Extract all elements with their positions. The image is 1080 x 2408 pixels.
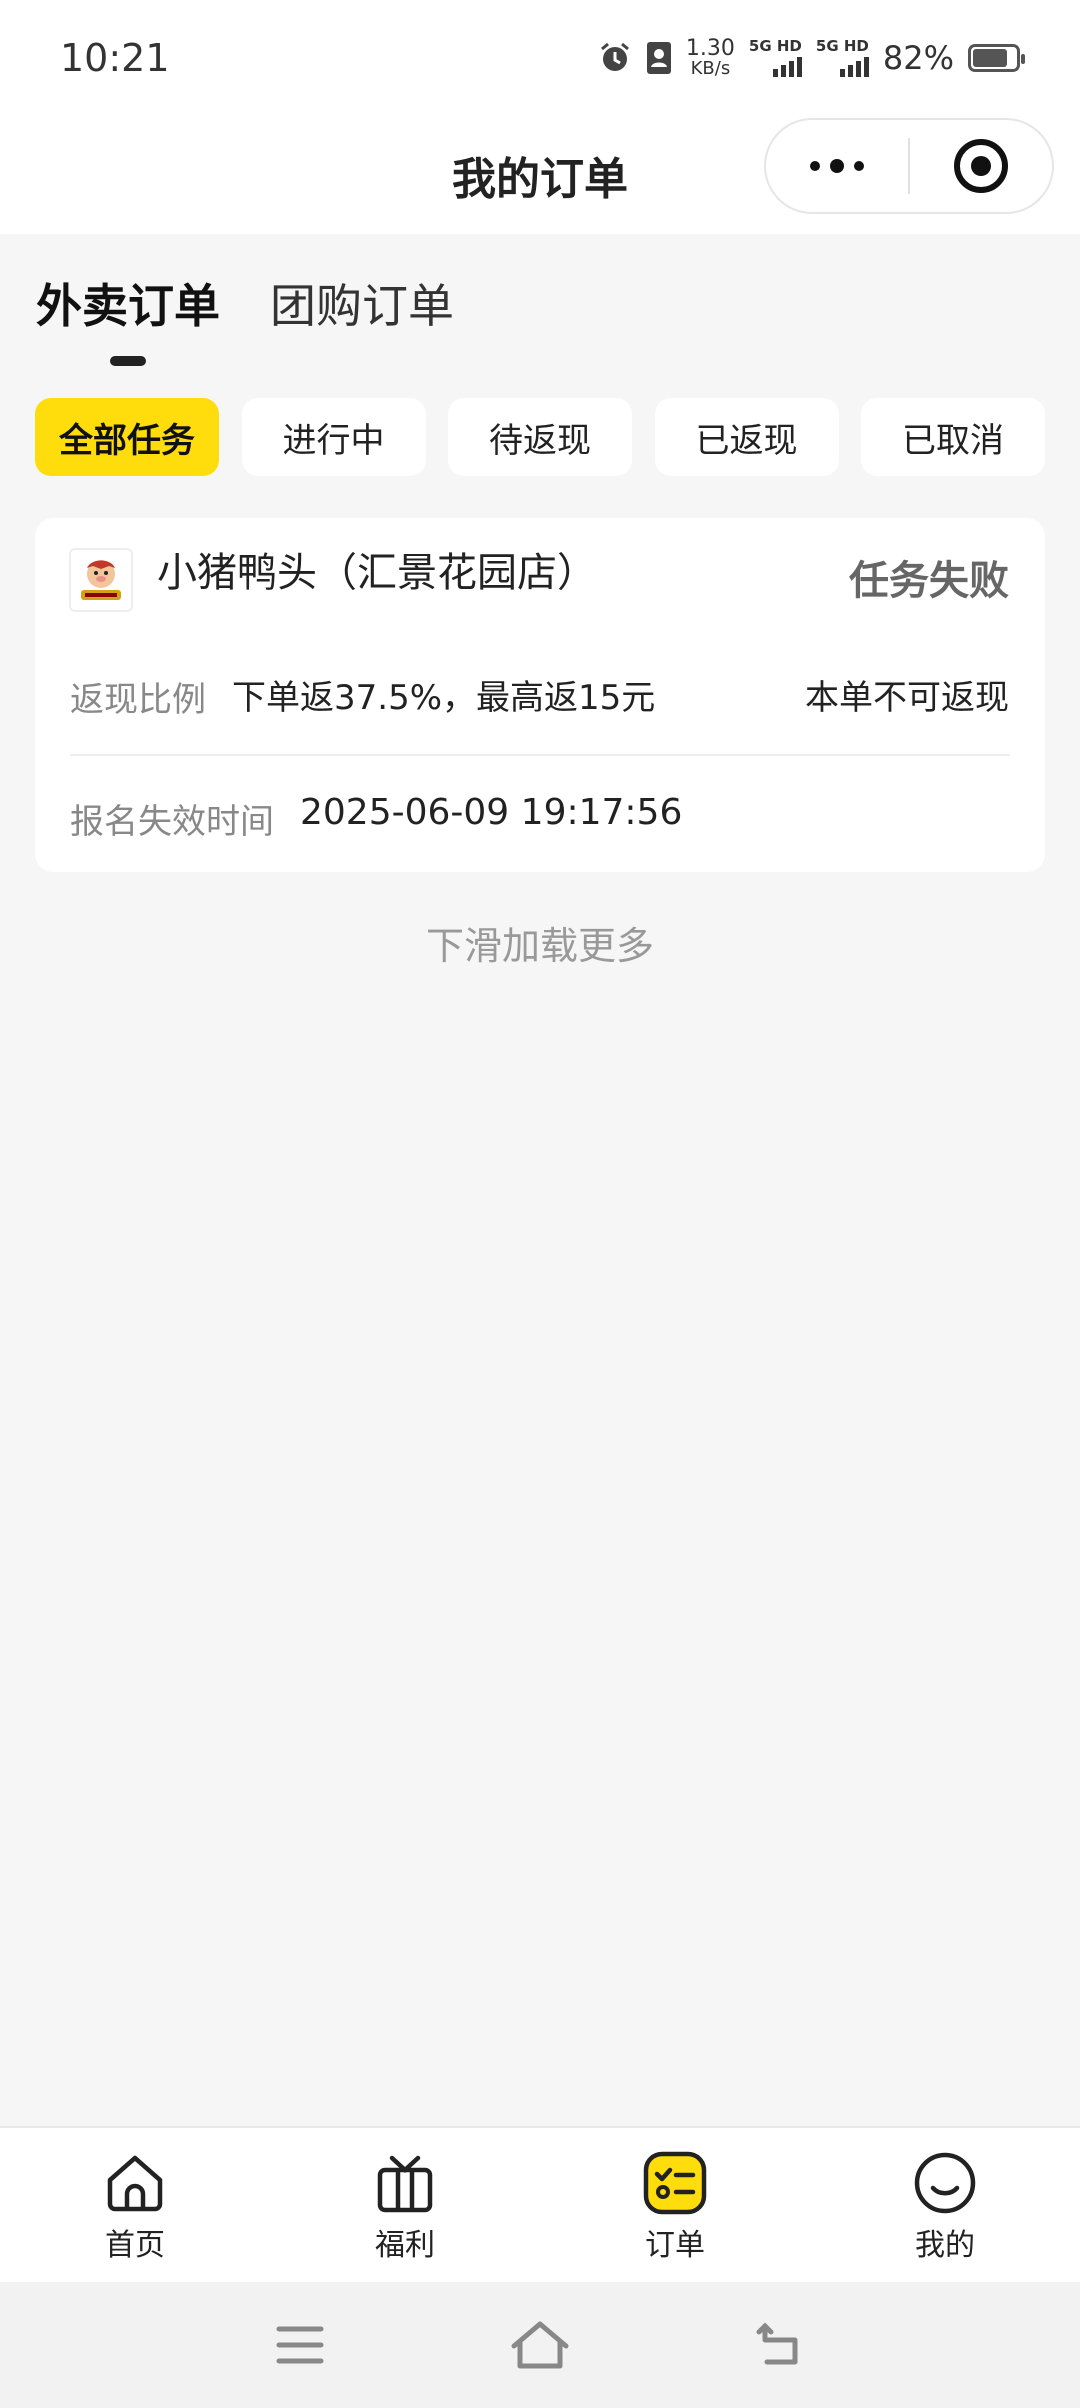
nav-item-mine[interactable]: 我的 (810, 2128, 1080, 2282)
shop-logo (69, 548, 133, 612)
back-icon[interactable] (750, 2315, 810, 2375)
expire-value: 2025-06-09 19:17:56 (300, 792, 683, 833)
status-bar: 10:21 1.30 KB/s 5G HD 5G HD 82% (0, 0, 1080, 116)
sim1-label: 5G HD (748, 37, 802, 55)
order-list-icon (642, 2150, 708, 2216)
home-outline-icon[interactable] (510, 2315, 570, 2375)
cashback-value: 下单返37.5%，最高返15元 (232, 678, 656, 718)
nav-label-home: 首页 (105, 2228, 165, 2263)
net-speed-unit: KB/s (690, 58, 731, 79)
mini-program-capsule (764, 118, 1054, 214)
more-dots-icon (810, 159, 864, 173)
nav-item-orders[interactable]: 订单 (540, 2128, 810, 2282)
close-button[interactable] (910, 120, 1052, 212)
order-type-tabs: 外卖订单 团购订单 (36, 270, 454, 366)
nav-label-welfare: 福利 (375, 2228, 435, 2263)
order-card[interactable]: 小猪鸭头（汇景花园店） 任务失败 返现比例 下单返37.5%，最高返15元 本单… (35, 518, 1045, 872)
nav-label-mine: 我的 (915, 2228, 975, 2263)
tab-takeout-orders[interactable]: 外卖订单 (36, 270, 220, 366)
nav-label-orders: 订单 (645, 2228, 705, 2263)
order-status: 任务失败 (849, 558, 1009, 604)
gift-icon (372, 2150, 438, 2216)
more-button[interactable] (766, 120, 908, 212)
chip-all-tasks[interactable]: 全部任务 (35, 398, 219, 476)
menu-icon[interactable] (270, 2315, 330, 2375)
net-speed: 1.30 KB/s (686, 38, 735, 78)
title-bar: 我的订单 (0, 116, 1080, 234)
sim2-label: 5G HD (815, 37, 869, 55)
status-icons: 1.30 KB/s 5G HD 5G HD 82% (598, 38, 1025, 78)
card-divider (70, 754, 1010, 756)
nav-item-welfare[interactable]: 福利 (270, 2128, 540, 2282)
signal-icon: 5G HD (816, 39, 869, 77)
status-filter-chips: 全部任务 进行中 待返现 已返现 已取消 (35, 398, 1045, 476)
net-speed-value: 1.30 (685, 36, 735, 61)
chip-pending-cashback[interactable]: 待返现 (448, 398, 632, 476)
nav-item-home[interactable]: 首页 (0, 2128, 270, 2282)
bottom-nav: 首页 福利 订单 我的 (0, 2126, 1080, 2282)
smile-face-icon (912, 2150, 978, 2216)
signal-icon: 5G HD (749, 39, 802, 77)
close-target-icon (954, 139, 1008, 193)
cashback-note: 本单不可返现 (805, 678, 1009, 718)
load-more-hint: 下滑加载更多 (425, 924, 654, 968)
page: 10:21 1.30 KB/s 5G HD 5G HD 82% 我的订单 外卖订… (0, 0, 1080, 2408)
home-icon (102, 2150, 168, 2216)
shop-name: 小猪鸭头（汇景花园店） (157, 550, 597, 596)
expire-label: 报名失效时间 (70, 802, 274, 842)
chip-cashback-done[interactable]: 已返现 (654, 398, 839, 476)
chip-cancelled[interactable]: 已取消 (861, 398, 1045, 476)
alarm-icon (598, 41, 632, 75)
status-time: 10:21 (60, 36, 170, 80)
cashback-label: 返现比例 (70, 680, 206, 720)
chip-in-progress[interactable]: 进行中 (241, 398, 426, 476)
contact-card-icon (646, 41, 672, 75)
tab-group-buy-orders[interactable]: 团购订单 (270, 270, 454, 366)
battery-icon (968, 44, 1025, 72)
battery-percent: 82% (882, 39, 954, 77)
system-nav-bar (0, 2282, 1080, 2408)
